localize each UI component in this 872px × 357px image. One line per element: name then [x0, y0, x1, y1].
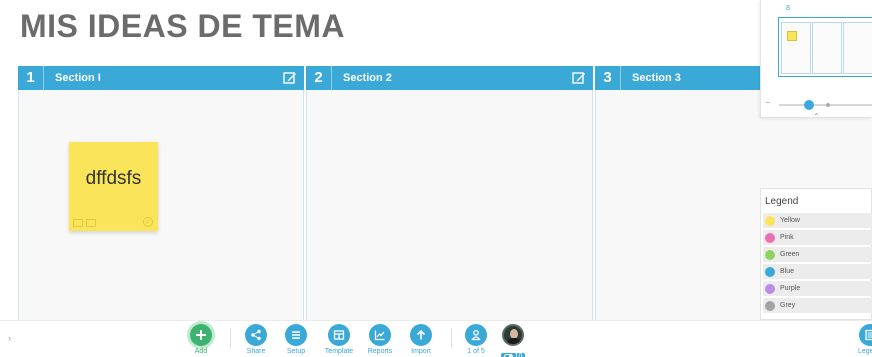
- check-icon[interactable]: ✓: [143, 217, 153, 227]
- add-label: Add: [194, 348, 208, 355]
- add-button[interactable]: Add: [178, 324, 224, 355]
- toolbar-divider: [451, 328, 452, 348]
- template-label: Template: [324, 348, 354, 355]
- color-dot-icon: [765, 266, 775, 277]
- template-button[interactable]: Template: [316, 324, 362, 355]
- edit-icon[interactable]: [281, 69, 299, 87]
- note-icons: [73, 219, 96, 227]
- minimap-label: 8: [786, 5, 790, 12]
- import-button[interactable]: Import: [398, 324, 444, 355]
- board-title: MIS IDEAS DE TEMA: [20, 8, 345, 44]
- avatar: [502, 324, 524, 346]
- color-dot-icon: [765, 249, 775, 260]
- legend-label: Purple: [780, 285, 801, 292]
- minimap-section: [843, 22, 872, 74]
- legend-panel: Legend Yellow Pink Green Blue Purple Gre…: [760, 188, 872, 320]
- legend-item-grey[interactable]: Grey: [763, 298, 872, 313]
- legend-label: Legend: [858, 348, 872, 355]
- zoom-out-icon[interactable]: −: [765, 98, 771, 109]
- chevron-right-icon[interactable]: ›: [8, 333, 11, 343]
- reports-button[interactable]: Reports: [357, 324, 403, 355]
- section-2[interactable]: 2 Section 2: [306, 66, 593, 322]
- note-text: dffdsfs: [85, 168, 142, 189]
- chevron-up-icon[interactable]: ⌃: [813, 112, 820, 121]
- minimap-note: [787, 31, 797, 41]
- zoom-handle[interactable]: [804, 100, 814, 110]
- color-dot-icon: [765, 215, 775, 226]
- legend-item-green[interactable]: Green: [763, 247, 872, 262]
- plus-icon: [190, 324, 212, 346]
- reports-label: Reports: [367, 348, 393, 355]
- color-dot-icon: [765, 300, 775, 311]
- legend-item-pink[interactable]: Pink: [763, 230, 872, 245]
- board-page: MIS IDEAS DE TEMA 1 Section I dffdsfs ✓: [0, 0, 872, 357]
- current-user[interactable]: 10: [490, 324, 536, 357]
- minimap[interactable]: 8 − ⌃: [760, 0, 872, 121]
- sections-area: 1 Section I dffdsfs ✓ 2 Section 2 3 Sect…: [18, 66, 872, 322]
- section-number: 2: [306, 66, 332, 90]
- comment-icon[interactable]: [73, 219, 83, 227]
- section-header: 2 Section 2: [306, 66, 593, 90]
- zoom-slider[interactable]: −: [765, 98, 872, 112]
- menu-icon: [285, 324, 307, 346]
- online-count: 10: [514, 353, 523, 357]
- section-header: 1 Section I: [18, 66, 304, 90]
- legend-list: Yellow Pink Green Blue Purple Grey: [761, 213, 872, 315]
- bottom-toolbar: › Add Share Setup Template Reports Impor…: [0, 320, 872, 357]
- legend-item-purple[interactable]: Purple: [763, 281, 872, 296]
- minimap-section: [781, 22, 811, 74]
- section-title[interactable]: Section 2: [332, 72, 570, 84]
- legend-icon: [859, 324, 872, 346]
- section-1[interactable]: 1 Section I dffdsfs ✓: [18, 66, 304, 322]
- import-label: Import: [411, 348, 431, 355]
- section-number: 3: [595, 66, 621, 90]
- section-number: 1: [18, 66, 44, 90]
- attachment-icon[interactable]: [86, 219, 96, 227]
- setup-button[interactable]: Setup: [273, 324, 319, 355]
- legend-label: Grey: [780, 302, 796, 309]
- legend-title: Legend: [765, 196, 799, 207]
- section-title[interactable]: Section I: [44, 72, 281, 84]
- sticky-note[interactable]: dffdsfs ✓: [69, 142, 158, 231]
- color-dot-icon: [765, 232, 775, 243]
- zoom-marker: [826, 103, 830, 107]
- legend-item-yellow[interactable]: Yellow: [763, 213, 872, 228]
- user-icon: [465, 324, 487, 346]
- toolbar-divider: [230, 328, 231, 348]
- color-dot-icon: [765, 283, 775, 294]
- chart-icon: [369, 324, 391, 346]
- minimap-viewport[interactable]: [778, 17, 872, 77]
- legend-label: Yellow: [780, 217, 800, 224]
- legend-button[interactable]: Legend: [846, 324, 872, 355]
- legend-label: Pink: [780, 234, 794, 241]
- arrow-up-icon: [410, 324, 432, 346]
- minimap-section: [812, 22, 842, 74]
- setup-label: Setup: [286, 348, 306, 355]
- edit-icon[interactable]: [570, 69, 588, 87]
- template-icon: [328, 324, 350, 346]
- share-icon: [245, 324, 267, 346]
- online-badge: 10: [500, 353, 526, 357]
- legend-label: Green: [780, 251, 800, 258]
- legend-label: Blue: [780, 268, 795, 275]
- legend-item-blue[interactable]: Blue: [763, 264, 872, 279]
